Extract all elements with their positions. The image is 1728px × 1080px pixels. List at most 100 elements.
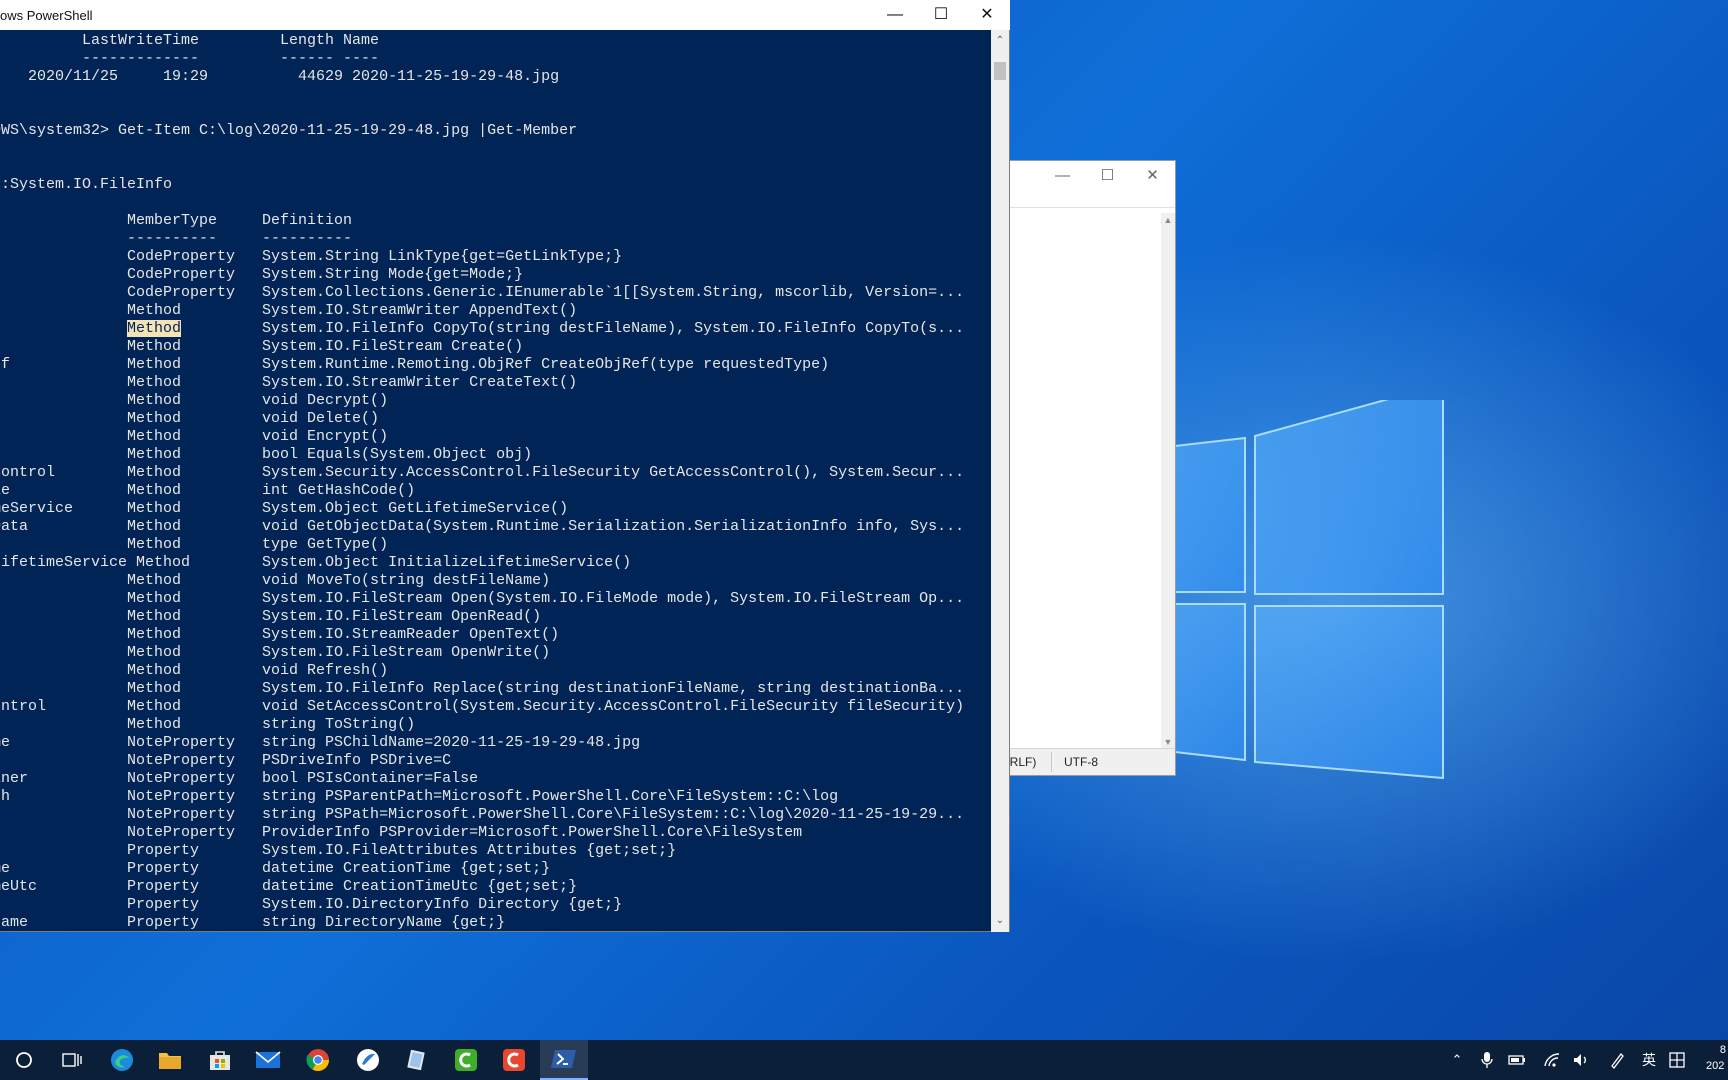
notepad-status-bar: CRLF) UTF-8	[1001, 748, 1175, 775]
console-line: Method System.IO.FileStream OpenWrite()	[0, 644, 551, 661]
console-line: Method System.IO.StreamWriter AppendText…	[0, 302, 578, 319]
console-line: meUtc Property datetime CreationTimeUtc …	[0, 878, 578, 895]
powershell-window[interactable]: ows PowerShell — ☐ ✕ LastWriteTime Lengt…	[0, 0, 1010, 932]
powershell-icon[interactable]	[540, 1040, 588, 1080]
console-line: LastWriteTime Length Name	[0, 32, 380, 49]
console-line: Method void Delete()	[0, 410, 380, 427]
chrome-icon[interactable]	[294, 1040, 342, 1080]
camtasia-red-icon[interactable]	[490, 1040, 538, 1080]
scroll-down-icon[interactable]: ⌄	[991, 912, 1009, 930]
notepad-titlebar[interactable]: — ☐ ✕	[1001, 161, 1175, 207]
console-line: NoteProperty ProviderInfo PSProvider=Mic…	[0, 824, 803, 841]
minimize-button[interactable]: —	[872, 0, 918, 30]
taskbar-clock[interactable]: 8 202	[1706, 1042, 1728, 1074]
console-line: Property System.IO.DirectoryInfo Directo…	[0, 896, 623, 913]
volume-icon[interactable]	[1568, 1040, 1594, 1080]
console-line: me NoteProperty string PSChildName=2020-…	[0, 734, 641, 751]
console-line: LifetimeService Method System.Object Ini…	[0, 554, 632, 571]
powershell-titlebar[interactable]: ows PowerShell — ☐ ✕	[0, 0, 1010, 30]
console-line: Method void Refresh()	[0, 662, 389, 679]
console-line: e:System.IO.FileInfo	[0, 176, 173, 193]
console-line: meService Method System.Object GetLifeti…	[0, 500, 569, 517]
console-line: le Method int GetHashCode()	[0, 482, 416, 499]
console-line: me Property datetime CreationTime {get;s…	[0, 860, 551, 877]
console-text: LastWriteTime Length Name ------------- …	[0, 32, 964, 932]
console-line: ef Method System.Runtime.Remoting.ObjRef…	[0, 356, 830, 373]
console-line: CodeProperty System.String LinkType{get=…	[0, 248, 623, 265]
console-line: Method bool Equals(System.Object obj)	[0, 446, 533, 463]
console-line: Property System.IO.FileAttributes Attrib…	[0, 842, 677, 859]
console-line: CodeProperty System.Collections.Generic.…	[0, 284, 965, 301]
console-line: ---------- ----------	[0, 230, 353, 247]
pen-icon[interactable]	[1604, 1040, 1630, 1080]
console-line: Method System.IO.StreamReader OpenText()	[0, 626, 560, 643]
maximize-button[interactable]: ☐	[918, 0, 964, 30]
ime-indicator[interactable]: 英	[1636, 1040, 1662, 1080]
microphone-icon[interactable]	[1474, 1040, 1500, 1080]
notepad-vertical-scrollbar[interactable]: ▲ ▼	[1161, 213, 1175, 749]
console-line: OWS\system32> Get-Item C:\log\2020-11-25…	[0, 122, 578, 139]
console-line: MemberType Definition	[0, 212, 353, 229]
scroll-down-icon[interactable]: ▼	[1161, 735, 1175, 749]
minimize-button[interactable]: —	[1040, 161, 1085, 191]
console-line: Method System.IO.FileStream OpenRead()	[0, 608, 542, 625]
scrollbar-thumb[interactable]	[994, 62, 1006, 80]
console-line: NoteProperty string PSPath=Microsoft.Pow…	[0, 806, 965, 823]
edge-icon[interactable]	[98, 1040, 146, 1080]
console-line: Method type GetType()	[0, 536, 389, 553]
status-encoding: UTF-8	[1064, 755, 1098, 769]
console-line: 2020/11/25 19:29 44629 2020-11-25-19-29-…	[0, 68, 560, 85]
notepad-text-area[interactable]	[1001, 207, 1175, 748]
wifi-icon[interactable]	[1538, 1040, 1566, 1080]
camtasia-icon[interactable]	[442, 1040, 490, 1080]
task-view-icon[interactable]	[48, 1040, 96, 1080]
console-line: Method System.IO.FileStream Open(System.…	[0, 590, 965, 607]
battery-icon[interactable]	[1504, 1040, 1530, 1080]
notepad-window[interactable]: — ☐ ✕ ▲ ▼ CRLF) UTF-8	[1000, 160, 1176, 776]
selected-text-highlight: Method	[127, 320, 182, 337]
clock-time: 8	[1719, 1044, 1726, 1056]
maximize-button[interactable]: ☐	[1085, 161, 1130, 191]
windows-logo	[1140, 400, 1444, 780]
console-line: th NoteProperty string PSParentPath=Micr…	[0, 788, 839, 805]
console-line: Control Method System.Security.AccessCon…	[0, 464, 965, 481]
mail-icon[interactable]	[244, 1040, 292, 1080]
chevron-up-icon[interactable]: ⌃	[1444, 1040, 1470, 1080]
console-line: Data Method void GetObjectData(System.Ru…	[0, 518, 965, 535]
window-title: ows PowerShell	[0, 8, 93, 23]
console-line: ontrol Method void SetAccessControl(Syst…	[0, 698, 965, 715]
console-line: Name Property string DirectoryName {get;…	[0, 914, 506, 931]
console-line: Method System.IO.FileInfo Replace(string…	[0, 680, 965, 697]
scroll-up-icon[interactable]: ▲	[1161, 213, 1175, 227]
scroll-up-icon[interactable]: ⌃	[991, 32, 1009, 50]
clock-date: 202	[1706, 1060, 1725, 1072]
console-line: Method System.IO.FileStream Create()	[0, 338, 524, 355]
console-line: Method void MoveTo(string destFileName)	[0, 572, 551, 589]
console-line: Method void Encrypt()	[0, 428, 389, 445]
console-line: Method string ToString()	[0, 716, 416, 733]
console-line: Method System.IO.StreamWriter CreateText…	[0, 374, 578, 391]
search-icon[interactable]	[0, 1040, 48, 1080]
console-vertical-scrollbar[interactable]: ⌃ ⌄	[991, 30, 1009, 932]
close-button[interactable]: ✕	[1130, 161, 1175, 191]
console-line: CodeProperty System.String Mode{get=Mode…	[0, 266, 524, 283]
console-line: NoteProperty PSDriveInfo PSDrive=C	[0, 752, 452, 769]
file-explorer-icon[interactable]	[146, 1040, 194, 1080]
console-line: iner NoteProperty bool PSIsContainer=Fal…	[0, 770, 479, 787]
close-button[interactable]: ✕	[964, 0, 1010, 30]
console-line: Method void Decrypt()	[0, 392, 389, 409]
notepad-icon[interactable]	[392, 1040, 440, 1080]
console-output[interactable]: LastWriteTime Length Name ------------- …	[0, 30, 992, 932]
store-icon[interactable]	[196, 1040, 244, 1080]
status-divider	[1051, 752, 1052, 772]
console-line: ------------- ------ ----	[0, 50, 380, 67]
input-method-grid-icon[interactable]	[1664, 1040, 1690, 1080]
console-line: Method System.IO.FileInfo CopyTo(string …	[127, 320, 965, 337]
feather-app-icon[interactable]	[344, 1040, 392, 1080]
taskbar: ⌃ 英 8 202	[0, 1040, 1728, 1080]
